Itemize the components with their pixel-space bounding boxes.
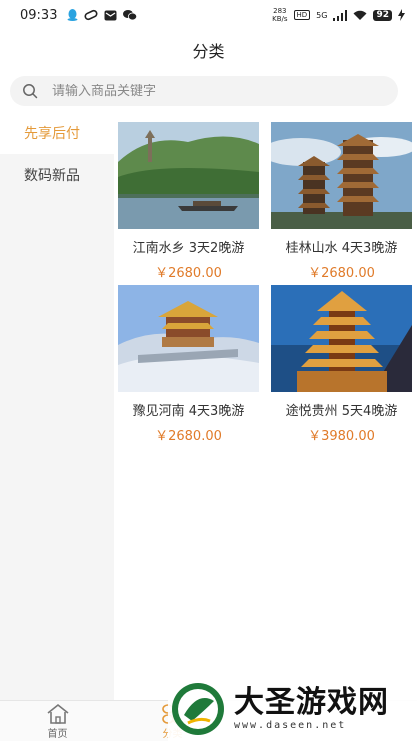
product-image [271,285,412,392]
product-card[interactable]: 途悦贵州 5天4晚游 ￥3980.00 [271,285,412,448]
net-speed-unit: KB/s [272,15,288,23]
product-card[interactable]: 江南水乡 3天2晚游 ￥2680.00 [118,122,259,285]
status-bar: 09:33 283 KB/s HD 5G 92 [0,0,417,30]
qq-icon [67,9,78,21]
net-speed: 283 KB/s [272,7,287,23]
page-title: 分类 [192,42,225,61]
home-icon [47,703,68,724]
charging-icon [398,9,405,21]
product-price: ￥3980.00 [308,429,375,444]
watermark-url: www.daseen.net [234,720,347,731]
product-card[interactable]: 桂林山水 4天3晚游 ￥2680.00 [271,122,412,285]
product-image [271,122,412,229]
product-image [118,122,259,229]
watermark-title: 大圣游戏网 [234,685,389,720]
category-sidebar: 先享后付 数码新品 [0,112,114,700]
sidebar-item-label: 数码新品 [24,168,80,184]
product-name: 江南水乡 3天2晚游 [132,241,245,256]
product-name: 途悦贵州 5天4晚游 [285,404,398,419]
hd-badge: HD [293,10,311,20]
wechat-icon [123,10,138,21]
network-label: 5G [316,10,328,20]
mail-icon [104,10,117,20]
sidebar-item-label: 先享后付 [24,126,80,142]
search-input[interactable] [52,83,372,99]
product-card[interactable]: 豫见河南 4天3晚游 ￥2680.00 [118,285,259,448]
product-price: ￥2680.00 [308,266,375,281]
net-speed-value: 283 [273,7,287,15]
sidebar-item-digital[interactable]: 数码新品 [0,154,114,196]
search-bar[interactable] [10,76,398,106]
link-icon [84,9,98,21]
battery-indicator: 92 [373,9,392,21]
tab-label: 首页 [47,728,68,740]
signal-icon [333,9,348,21]
product-name: 豫见河南 4天3晚游 [132,404,245,419]
status-time: 09:33 [20,7,58,23]
product-name: 桂林山水 4天3晚游 [285,241,398,256]
status-left-icons [67,9,138,21]
product-price: ￥2680.00 [155,429,222,444]
product-grid: 江南水乡 3天2晚游 ￥2680.00 桂林山水 4天3晚游 ￥2680.00 … [118,122,414,448]
product-image [118,285,259,392]
watermark-logo [172,682,224,735]
status-right: 283 KB/s HD 5G 92 [272,7,405,23]
product-price: ￥2680.00 [155,266,222,281]
tab-home[interactable]: 首页 [0,701,115,741]
search-icon [23,84,38,99]
sidebar-item-pay-later[interactable]: 先享后付 [0,112,114,154]
wifi-icon [353,10,367,20]
site-watermark: 大圣游戏网 www.daseen.net [168,676,417,741]
